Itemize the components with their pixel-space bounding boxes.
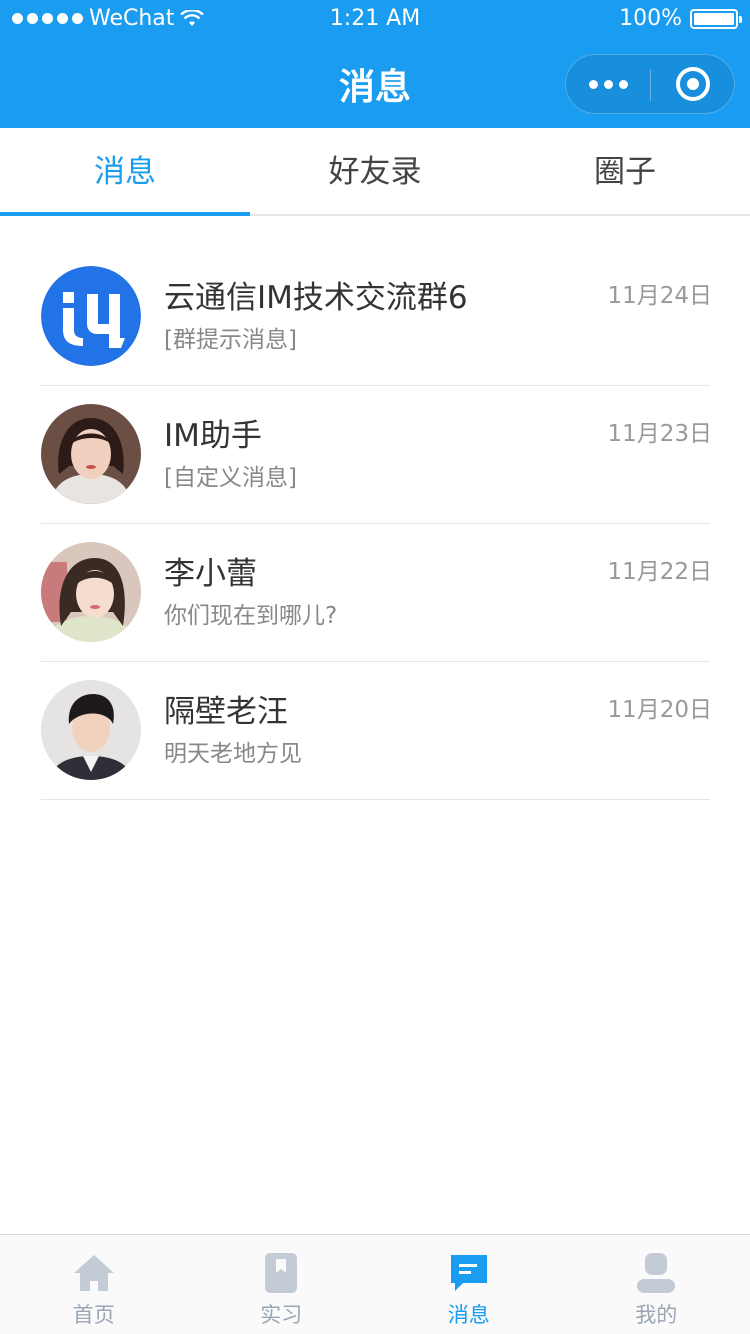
tabbar-label: 首页 <box>72 1303 115 1327</box>
status-bar: WeChat 1:21 AM 100% <box>0 0 750 40</box>
avatar <box>41 542 141 642</box>
tabbar-item-internship[interactable]: 实习 <box>188 1235 376 1334</box>
conversation-item[interactable]: 隔壁老汪 明天老地方见 11月20日 <box>0 662 750 800</box>
more-button[interactable] <box>566 55 650 113</box>
battery-group: 100% <box>619 6 742 31</box>
tabbar-label: 消息 <box>447 1303 490 1327</box>
home-icon <box>73 1255 114 1291</box>
conversation-name: 李小蕾 <box>164 556 257 592</box>
tabbar-item-profile[interactable]: 我的 <box>563 1235 750 1334</box>
conversation-preview: [群提示消息] <box>164 327 297 353</box>
avatar <box>41 266 141 366</box>
conversation-item[interactable]: 李小蕾 你们现在到哪儿? 11月22日 <box>0 524 750 662</box>
close-button[interactable] <box>651 55 735 113</box>
tab-messages[interactable]: 消息 <box>0 128 250 216</box>
divider <box>41 799 710 800</box>
conversation-preview: 明天老地方见 <box>164 741 302 767</box>
profile-icon <box>637 1253 676 1293</box>
battery-percent: 100% <box>619 6 682 31</box>
conversation-list: 云通信IM技术交流群6 [群提示消息] 11月24日 IM助手 [自定义消息] … <box>0 248 750 800</box>
conversation-item[interactable]: 云通信IM技术交流群6 [群提示消息] 11月24日 <box>0 248 750 386</box>
conversation-name: IM助手 <box>164 418 262 454</box>
tabbar-label: 我的 <box>635 1303 678 1327</box>
avatar <box>41 680 141 780</box>
user-photo-icon <box>41 542 141 642</box>
group-logo-icon <box>41 266 141 366</box>
conversation-item[interactable]: IM助手 [自定义消息] 11月23日 <box>0 386 750 524</box>
bookmark-icon <box>265 1253 298 1293</box>
mini-program-capsule <box>565 54 735 114</box>
tabbar-item-home[interactable]: 首页 <box>0 1235 188 1334</box>
tab-circles[interactable]: 圈子 <box>500 128 750 214</box>
tabbar-label: 实习 <box>260 1303 303 1327</box>
conversation-date: 11月20日 <box>607 697 712 723</box>
conversation-date: 11月22日 <box>607 559 712 585</box>
conversation-date: 11月23日 <box>607 421 712 447</box>
tab-bar-top: 消息 好友录 圈子 <box>0 128 750 216</box>
conversation-date: 11月24日 <box>607 283 712 309</box>
chat-icon <box>450 1255 487 1291</box>
avatar <box>41 404 141 504</box>
conversation-name: 隔壁老汪 <box>164 694 288 730</box>
user-photo-icon <box>41 404 141 504</box>
conversation-name: 云通信IM技术交流群6 <box>164 280 468 316</box>
user-photo-icon <box>41 680 141 780</box>
top-bar: WeChat 1:21 AM 100% 消息 <box>0 0 750 128</box>
tabbar-item-messages[interactable]: 消息 <box>375 1235 563 1334</box>
tab-contacts[interactable]: 好友录 <box>250 128 500 214</box>
bottom-tab-bar: 首页 实习 消息 我的 <box>0 1234 750 1334</box>
conversation-preview: [自定义消息] <box>164 465 297 491</box>
battery-icon <box>690 8 742 29</box>
conversation-preview: 你们现在到哪儿? <box>164 603 338 629</box>
target-icon <box>676 67 710 101</box>
